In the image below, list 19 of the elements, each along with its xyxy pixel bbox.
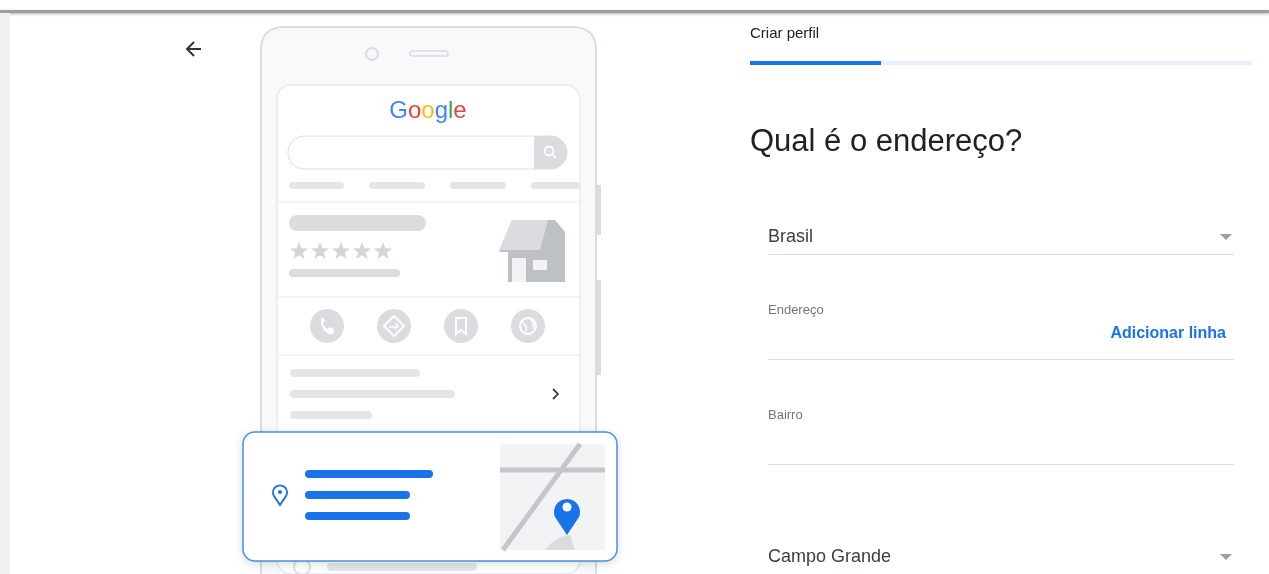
select-field[interactable]: Brasil: [768, 219, 1234, 255]
progress-label: Criar perfil: [750, 23, 821, 43]
store-icon: [499, 220, 565, 282]
globe-circle-icon: [511, 309, 545, 343]
dropdown-arrow-icon: [1220, 233, 1232, 240]
text-field[interactable]: Endereço Adicionar linha: [768, 255, 1234, 360]
text-field[interactable]: Bairro: [768, 360, 1234, 465]
google-logo: Google: [389, 96, 467, 123]
page-heading: Qual é o endereço?: [750, 122, 1024, 160]
back-arrow-icon: [184, 39, 204, 59]
bookmark-circle-icon: [444, 309, 478, 343]
select-field[interactable]: Campo Grande: [768, 535, 1234, 574]
rating-stars-icon: [290, 242, 392, 259]
directions-circle-icon: [377, 309, 411, 343]
chevron-right-icon: [552, 388, 560, 400]
phone-circle-icon: [310, 309, 344, 343]
location-pin-icon: [272, 484, 288, 506]
dropdown-arrow-icon: [1220, 553, 1232, 560]
add-line-link[interactable]: Adicionar linha: [1110, 321, 1226, 345]
